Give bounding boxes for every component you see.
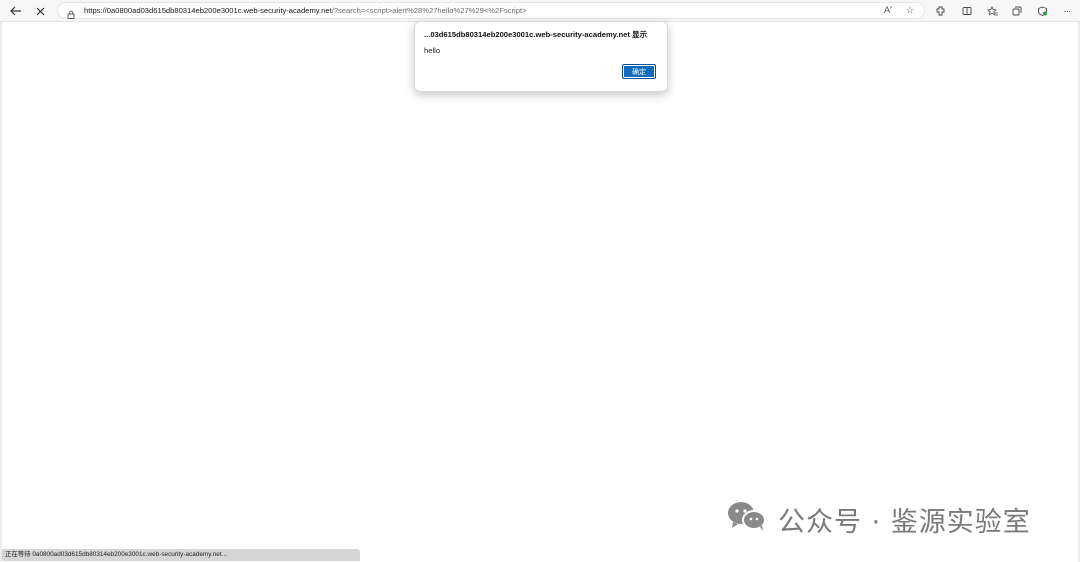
ok-button[interactable]: 确定 — [622, 64, 656, 79]
favorites-icon[interactable] — [983, 2, 1001, 20]
url-path: /?search=<script>alert%28%27hello%27%29<… — [331, 6, 527, 15]
more-icon[interactable]: ··· — [1058, 2, 1076, 20]
url-host: https://0a0800ad03d615db80314eb200e3001c… — [84, 6, 332, 15]
alert-dialog: ...03d615db80314eb200e3001c.web-security… — [414, 21, 668, 92]
browser-essentials-icon[interactable] — [1033, 2, 1051, 20]
watermark-text: 公众号 · 鉴源实验室 — [778, 506, 1031, 538]
stop-icon[interactable] — [31, 2, 49, 20]
back-arrow-icon[interactable] — [7, 2, 25, 20]
collections-icon[interactable] — [1008, 2, 1026, 20]
browser-toolbar: https://0a0800ad03d615db80314eb200e3001c… — [0, 0, 1080, 22]
dialog-title: ...03d615db80314eb200e3001c.web-security… — [424, 30, 648, 39]
url-text[interactable]: https://0a0800ad03d615db80314eb200e3001c… — [84, 6, 527, 16]
favorite-star-icon[interactable]: ☆ — [906, 5, 914, 16]
address-bar[interactable]: https://0a0800ad03d615db80314eb200e3001c… — [57, 2, 925, 19]
read-aloud-icon[interactable]: Aᵃ — [884, 5, 892, 15]
status-bar: 正在等待 0a0800ad03d615db80314eb200e3001c.we… — [2, 549, 360, 561]
extensions-icon[interactable] — [932, 2, 950, 20]
split-screen-icon[interactable] — [958, 2, 976, 20]
dialog-message: hello — [424, 46, 441, 55]
page-content — [0, 22, 1080, 562]
watermark: 公众号 · 鉴源实验室 — [726, 500, 1031, 539]
wechat-icon — [726, 500, 768, 539]
